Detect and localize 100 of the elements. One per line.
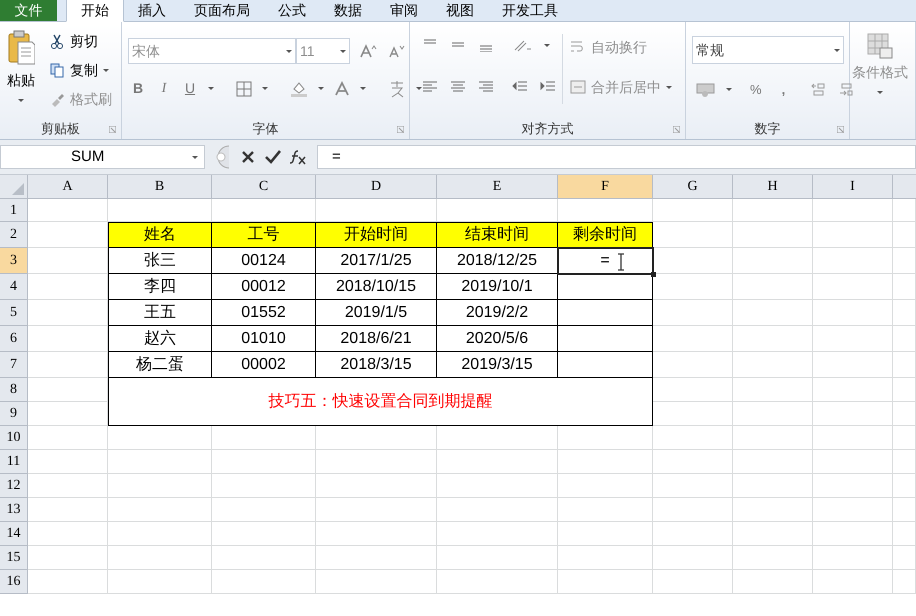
grid-cell[interactable] [653,570,733,594]
grid-cell[interactable] [733,474,813,498]
grid-cell[interactable] [437,522,558,546]
grid-cell[interactable] [893,450,916,474]
underline-button[interactable]: U [182,78,198,99]
font-grow-icon[interactable] [360,44,378,58]
grid-cell[interactable] [733,222,813,248]
row-header[interactable]: 15 [0,546,28,570]
grid-cell[interactable] [813,522,893,546]
grid-cell[interactable] [893,474,916,498]
copy-button[interactable]: 复制 [50,59,109,81]
grid-cell[interactable] [108,498,212,522]
column-header[interactable]: G [653,175,733,199]
grid-cell[interactable] [733,352,813,378]
ribbon-tab[interactable]: 页面布局 [180,0,264,21]
increase-decimal-icon[interactable] [811,82,826,97]
row-header[interactable]: 1 [0,199,28,222]
number-format-field[interactable]: 常规 [692,36,844,64]
grid-cell[interactable] [316,522,437,546]
grid-cell[interactable] [813,274,893,300]
caret-icon[interactable] [834,48,840,52]
grid-cell[interactable] [813,199,893,222]
grid-cell[interactable] [653,426,733,450]
grid-cell[interactable] [733,570,813,594]
row-header[interactable]: 3 [0,248,28,274]
caret-icon[interactable] [416,87,422,90]
row-header[interactable]: 7 [0,352,28,378]
grid-cell[interactable] [893,522,916,546]
grid-cell[interactable] [28,199,108,222]
grid-cell[interactable] [893,546,916,570]
cancel-icon[interactable] [241,150,255,164]
grid-cell[interactable] [733,248,813,274]
grid-cell[interactable] [316,546,437,570]
scissors-icon[interactable] [50,34,65,48]
grid-cell[interactable] [28,450,108,474]
caret-icon[interactable] [318,87,324,90]
grid-cell[interactable] [733,274,813,300]
phonetic-guide-icon[interactable] [388,80,406,98]
grid-cell[interactable] [28,546,108,570]
grid-cell[interactable] [733,450,813,474]
grid-cell[interactable] [813,378,893,402]
grid-cell[interactable] [28,522,108,546]
grid-cell[interactable] [733,498,813,522]
fill-color-icon[interactable] [290,80,308,96]
dialog-launcher-icon[interactable] [109,126,116,133]
grid-cell[interactable] [28,426,108,450]
caret-icon[interactable] [103,68,109,72]
italic-button[interactable]: I [156,78,172,99]
column-header[interactable]: A [28,175,108,199]
paste-button[interactable]: 粘贴 [2,30,40,114]
column-header[interactable]: D [316,175,437,199]
grid-cell[interactable] [813,248,893,274]
column-header[interactable]: I [813,175,893,199]
column-header[interactable]: B [108,175,212,199]
grid-cell[interactable] [212,546,316,570]
cut-button[interactable]: 剪切 [50,30,98,52]
ribbon-tab[interactable]: 视图 [432,0,488,21]
grid-cell[interactable] [893,199,916,222]
caret-icon[interactable] [544,44,550,46]
grid-cell[interactable] [893,352,916,378]
bold-button[interactable]: B [130,78,146,99]
grid-cell[interactable] [108,522,212,546]
ribbon-tab[interactable]: 数据 [320,0,376,21]
caret-icon[interactable] [18,99,24,102]
font-shrink-icon[interactable] [388,44,406,58]
font-color-icon[interactable] [334,80,350,96]
row-header[interactable]: 11 [0,450,28,474]
grid-cell[interactable] [653,199,733,222]
grid-cell[interactable] [437,570,558,594]
grid-cell[interactable] [558,450,653,474]
grid-cell[interactable] [316,474,437,498]
row-header[interactable]: 9 [0,402,28,426]
grid-cell[interactable] [316,450,437,474]
ribbon-tab[interactable]: 开始 [66,0,124,22]
caret-icon[interactable] [360,87,366,90]
grid-cell[interactable] [893,426,916,450]
grid-cell[interactable] [28,498,108,522]
grid-cell[interactable] [437,546,558,570]
grid-cell[interactable] [558,546,653,570]
grid-cell[interactable] [212,570,316,594]
row-header[interactable]: 13 [0,498,28,522]
formula-input[interactable]: = [317,145,916,169]
row-header[interactable]: 8 [0,378,28,402]
row-header[interactable]: 12 [0,474,28,498]
borders-icon[interactable] [236,80,252,96]
grid-cell[interactable] [28,474,108,498]
grid-cell[interactable] [733,522,813,546]
grid-cell[interactable] [108,450,212,474]
row-header[interactable]: 16 [0,570,28,594]
grid-cell[interactable] [813,326,893,352]
row-header[interactable]: 5 [0,300,28,326]
name-box[interactable]: SUM [0,145,205,169]
grid-cell[interactable] [813,426,893,450]
grid-cell[interactable] [813,570,893,594]
grid-cell[interactable] [733,326,813,352]
select-all-corner[interactable] [0,175,28,199]
grid-cell[interactable] [653,498,733,522]
grid-cell[interactable] [813,474,893,498]
caret-icon[interactable] [192,156,198,158]
grid-cell[interactable] [437,450,558,474]
